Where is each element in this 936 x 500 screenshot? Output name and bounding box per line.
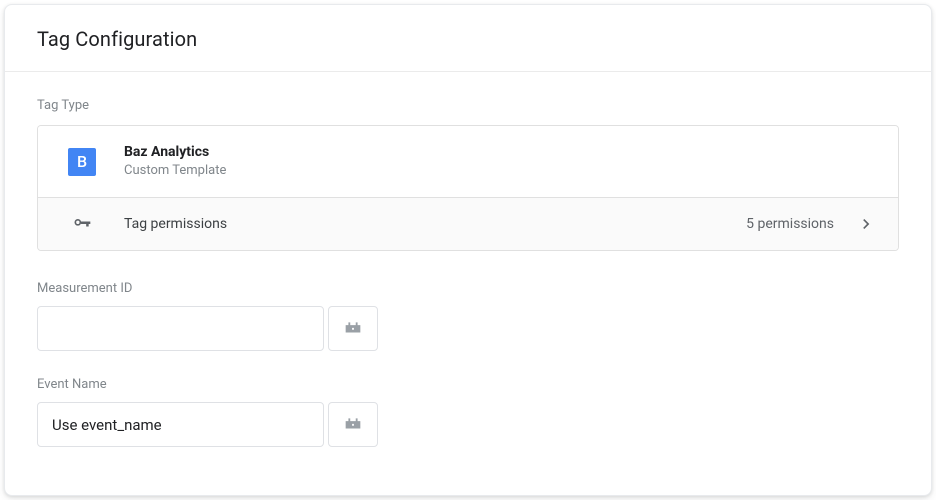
variable-picker-icon — [342, 412, 364, 437]
tag-type-text: Baz Analytics Custom Template — [124, 143, 226, 180]
tag-type-label: Tag Type — [37, 98, 899, 113]
permissions-label: Tag permissions — [124, 216, 746, 232]
permissions-count: 5 permissions — [746, 216, 834, 232]
tag-configuration-panel: Tag Configuration Tag Type B Baz Analyti… — [4, 4, 932, 496]
tag-type-name: Baz Analytics — [124, 143, 226, 161]
tag-permissions-row[interactable]: Tag permissions 5 permissions — [38, 197, 898, 250]
measurement-id-row — [37, 306, 899, 351]
event-name-variable-picker[interactable] — [328, 402, 378, 447]
measurement-id-label: Measurement ID — [37, 281, 899, 296]
event-name-label: Event Name — [37, 377, 899, 392]
measurement-id-variable-picker[interactable] — [328, 306, 378, 351]
measurement-id-input[interactable] — [37, 306, 324, 351]
key-icon — [72, 214, 92, 234]
measurement-id-group: Measurement ID — [37, 281, 899, 351]
tag-type-subtitle: Custom Template — [124, 162, 226, 180]
panel-title: Tag Configuration — [37, 27, 899, 51]
event-name-row — [37, 402, 899, 447]
panel-header: Tag Configuration — [5, 5, 931, 72]
tag-type-icon: B — [68, 148, 96, 176]
tag-type-card: B Baz Analytics Custom Template Tag perm… — [37, 125, 899, 251]
chevron-right-icon — [856, 214, 876, 234]
variable-picker-icon — [342, 316, 364, 341]
panel-body: Tag Type B Baz Analytics Custom Template… — [5, 72, 931, 496]
event-name-group: Event Name — [37, 377, 899, 447]
tag-type-row[interactable]: B Baz Analytics Custom Template — [38, 126, 898, 197]
event-name-input[interactable] — [37, 402, 324, 447]
